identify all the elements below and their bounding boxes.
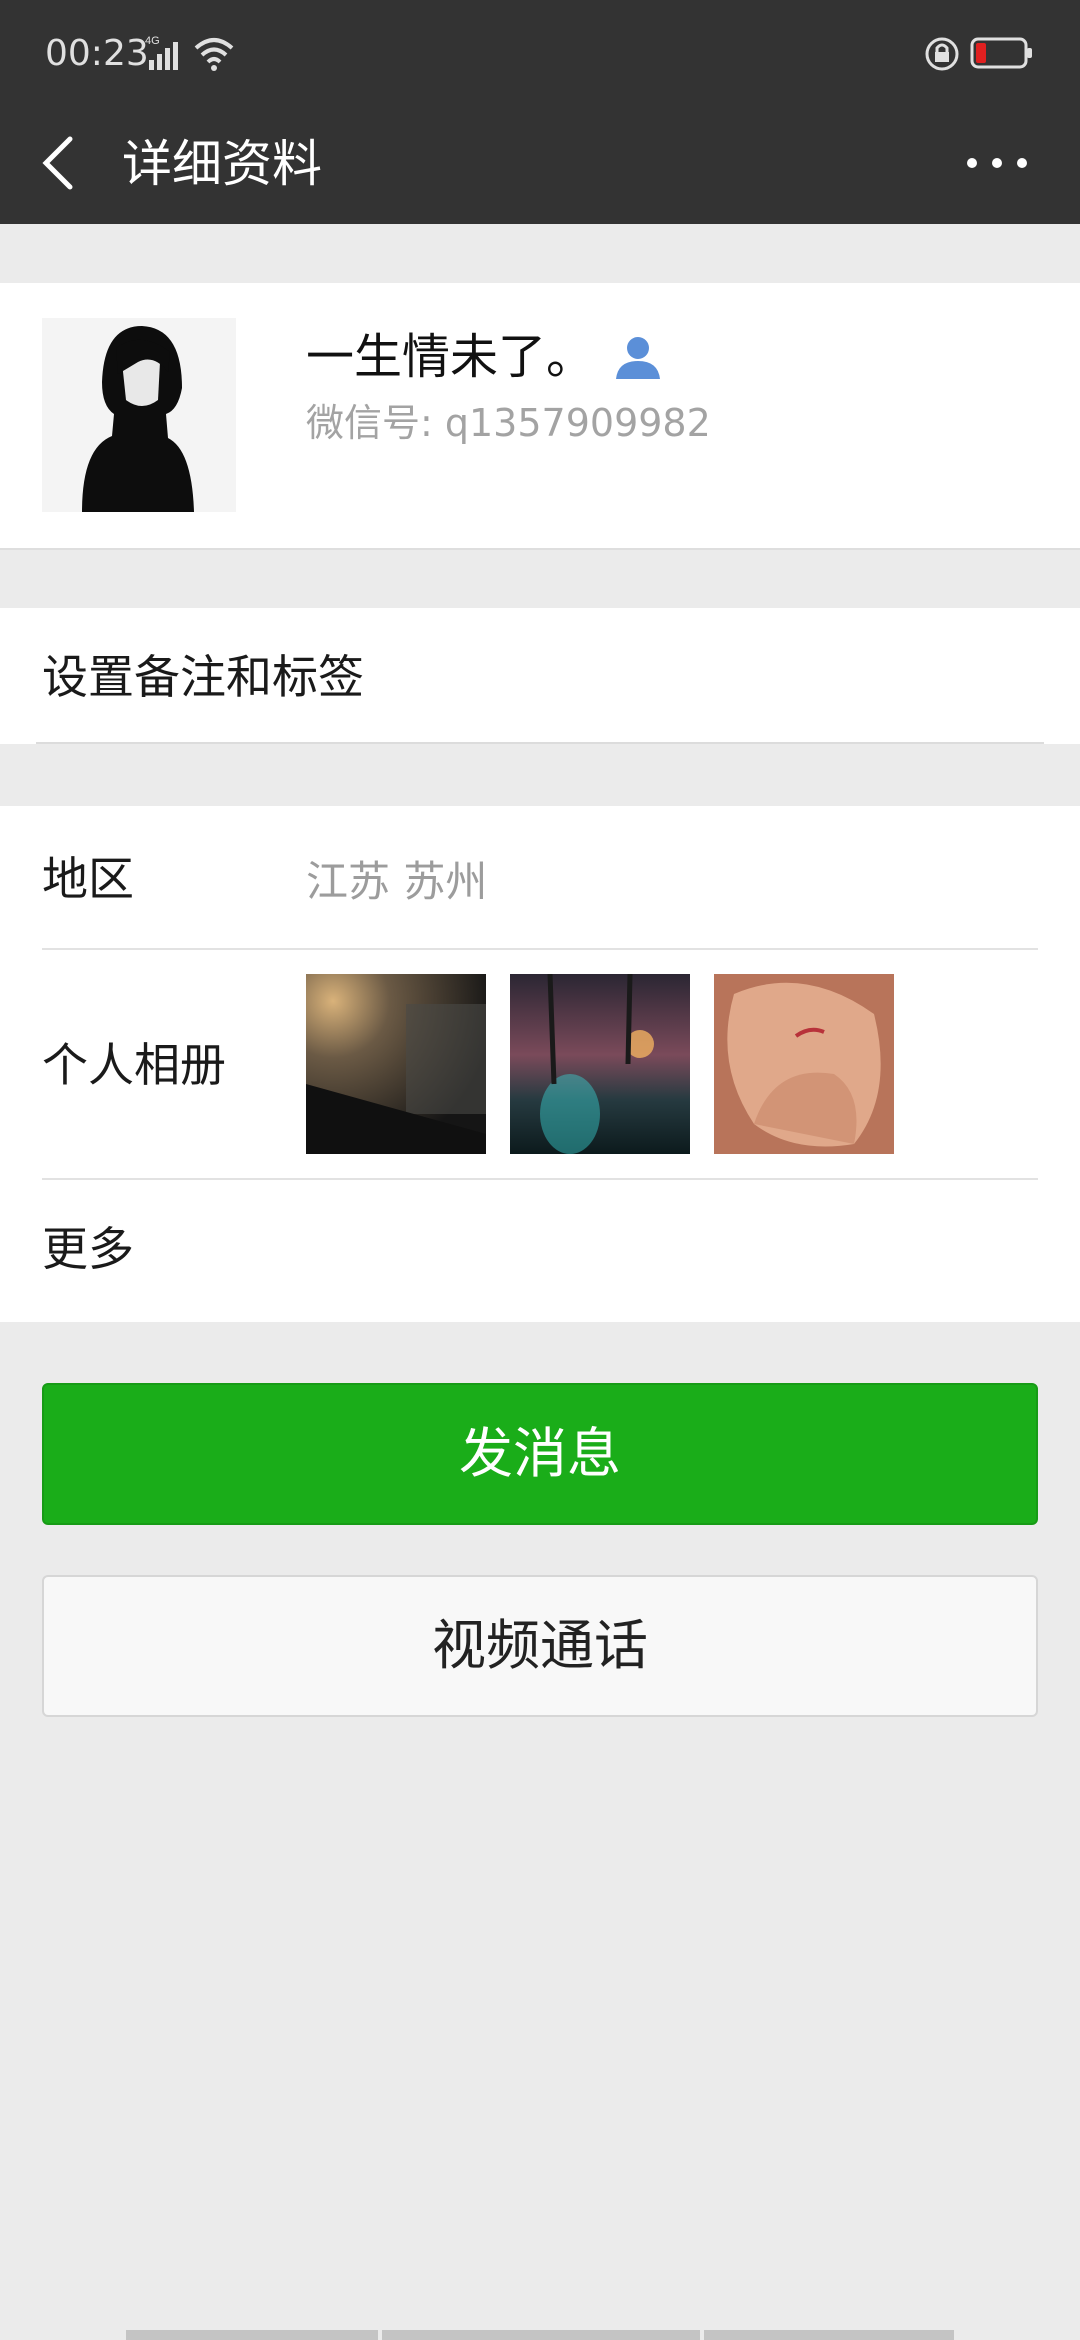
status-bar: 00:23 4G (0, 0, 1080, 105)
wifi-icon (194, 38, 234, 71)
video-call-button[interactable]: 视频通话 (42, 1575, 1038, 1717)
rotation-lock-icon (925, 37, 959, 71)
more-dots-icon (967, 158, 1027, 168)
album-photo-finger[interactable] (714, 974, 894, 1154)
night-road-lights-photo (510, 974, 690, 1154)
more-label: 更多 (42, 1222, 134, 1276)
profile-card: 一生情未了。 微信号: q1357909982 (0, 283, 1080, 550)
region-label: 地区 (42, 852, 134, 906)
more-button[interactable] (962, 133, 1032, 193)
gesture-hint-right (704, 2330, 954, 2340)
avatar[interactable] (42, 318, 236, 512)
signal-icon: 4G (145, 35, 178, 70)
set-remark-row[interactable]: 设置备注和标签 (0, 608, 1080, 744)
set-remark-label: 设置备注和标签 (42, 650, 364, 704)
remark-card: 设置备注和标签 (0, 608, 1080, 744)
more-row[interactable]: 更多 (0, 1180, 1080, 1322)
wechat-id: 微信号: q1357909982 (306, 401, 711, 445)
divider (36, 742, 1044, 744)
region-value: 江苏 苏州 (306, 857, 488, 906)
send-message-label: 发消息 (459, 1422, 621, 1485)
video-call-label: 视频通话 (432, 1614, 648, 1677)
nickname: 一生情未了。 (306, 329, 595, 385)
network-type-label: 4G (145, 35, 160, 47)
injured-finger-photo (714, 974, 894, 1154)
battery-low-icon (970, 37, 1032, 69)
back-button[interactable] (30, 123, 86, 203)
gesture-hint-center (382, 2330, 700, 2340)
send-message-button[interactable]: 发消息 (42, 1383, 1038, 1525)
album-label: 个人相册 (42, 1038, 226, 1092)
album-photo-foggy-street[interactable] (306, 974, 486, 1154)
foggy-night-street-photo (306, 974, 486, 1154)
status-time: 00:23 (45, 33, 149, 74)
gesture-hint-left (126, 2330, 378, 2340)
person-icon (616, 337, 660, 379)
page-title: 详细资料 (122, 135, 322, 193)
info-card: 地区 江苏 苏州 个人相册 更多 (0, 806, 1080, 1322)
back-chevron-icon (42, 136, 73, 190)
title-bar: 详细资料 (0, 105, 1080, 224)
region-row: 地区 江苏 苏州 (0, 806, 1080, 948)
album-photo-night-road[interactable] (510, 974, 690, 1154)
avatar-image (42, 318, 236, 512)
